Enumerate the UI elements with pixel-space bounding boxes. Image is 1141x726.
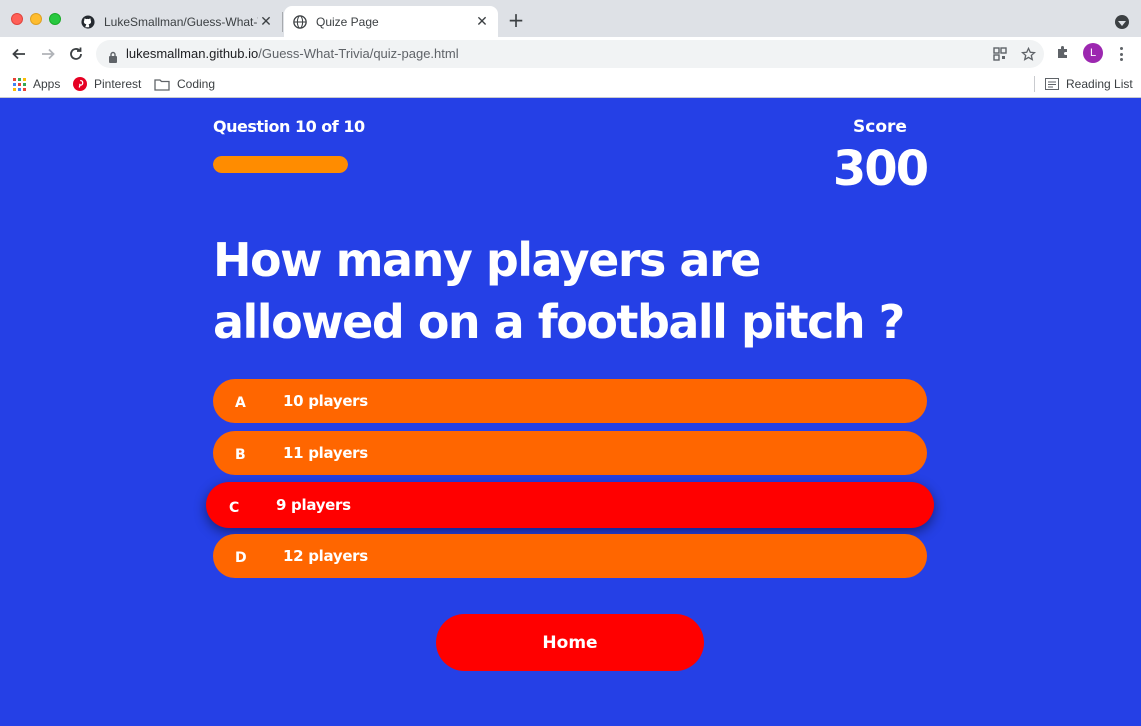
url-host: lukesmallman.github.io	[126, 46, 259, 61]
progress-bar	[213, 156, 348, 173]
choice-prefix: B	[235, 447, 246, 463]
tab-title: LukeSmallman/Guess-What-Trivia	[104, 14, 258, 29]
browser-tab-bar: LukeSmallman/Guess-What-Trivia ✕ Quize P…	[0, 0, 1141, 37]
tab-search-icon[interactable]	[1115, 15, 1129, 29]
url-path: /Guess-What-Trivia/quiz-page.html	[258, 46, 459, 61]
bookmark-label: Pinterest	[94, 77, 142, 91]
bookmark-label: Apps	[33, 77, 61, 91]
bookmark-apps[interactable]: Apps	[12, 75, 60, 93]
profile-avatar[interactable]: L	[1083, 43, 1103, 63]
choice-prefix: A	[235, 395, 246, 411]
choice-a[interactable]: A 10 players	[213, 379, 927, 423]
star-bookmark-icon[interactable]	[1020, 46, 1036, 62]
choice-text: 10 players	[283, 392, 368, 410]
bookmark-pinterest[interactable]: Pinterest	[73, 75, 141, 93]
bookmark-label: Coding	[177, 77, 216, 91]
folder-icon	[154, 77, 170, 91]
tab-title: Quize Page	[316, 14, 379, 29]
score-label: Score	[853, 117, 907, 137]
choice-d[interactable]: D 12 players	[213, 534, 927, 578]
url-text: lukesmallman.github.io/Guess-What-Trivia…	[126, 46, 459, 61]
progress-bar-fill	[213, 156, 348, 173]
bookmark-coding[interactable]: Coding	[154, 75, 215, 93]
address-bar[interactable]: lukesmallman.github.io/Guess-What-Trivia…	[96, 40, 1044, 68]
back-arrow-icon[interactable]	[7, 42, 31, 66]
window-minimize-button[interactable]	[30, 13, 42, 25]
tab-divider	[282, 12, 283, 32]
bookmarks-bar: Apps Pinterest Coding Reading List	[0, 70, 1141, 98]
choice-prefix: C	[229, 500, 240, 516]
choice-text: 9 players	[276, 496, 351, 514]
forward-arrow-icon[interactable]	[36, 42, 60, 66]
choice-text: 11 players	[283, 444, 368, 462]
browser-toolbar: lukesmallman.github.io/Guess-What-Trivia…	[0, 37, 1141, 70]
home-button[interactable]: Home	[436, 614, 704, 671]
lock-icon	[108, 48, 118, 63]
question-progress-text: Question 10 of 10	[213, 117, 365, 136]
choice-prefix: D	[235, 550, 247, 566]
bookmarks-divider	[1034, 76, 1035, 92]
window-close-button[interactable]	[11, 13, 23, 25]
choice-text: 12 players	[283, 547, 368, 565]
question-text: How many players are allowed on a footba…	[213, 233, 905, 349]
close-icon[interactable]: ✕	[474, 13, 490, 30]
quiz-page: Question 10 of 10 Score 300 How many pla…	[0, 99, 1141, 726]
reading-list-icon	[1045, 77, 1059, 91]
reload-icon[interactable]	[64, 42, 88, 66]
extensions-puzzle-icon[interactable]	[1055, 44, 1073, 62]
close-icon[interactable]: ✕	[258, 13, 274, 30]
github-icon	[80, 14, 96, 30]
pinterest-icon	[73, 77, 87, 91]
reading-list-label: Reading List	[1066, 77, 1133, 91]
apps-grid-icon	[12, 77, 26, 91]
globe-icon	[292, 14, 308, 30]
choice-b[interactable]: B 11 players	[213, 431, 927, 475]
choice-c[interactable]: C 9 players	[206, 482, 934, 528]
reading-list-button[interactable]: Reading List	[1045, 75, 1133, 93]
browser-menu-icon[interactable]	[1114, 45, 1128, 63]
new-tab-button[interactable]: +	[506, 10, 526, 31]
window-maximize-button[interactable]	[49, 13, 61, 25]
qr-code-icon[interactable]	[992, 46, 1008, 62]
score-value: 300	[832, 141, 929, 197]
tab-github[interactable]: LukeSmallman/Guess-What-Trivia ✕	[72, 6, 282, 37]
tab-quize-page[interactable]: Quize Page ✕	[284, 6, 498, 37]
